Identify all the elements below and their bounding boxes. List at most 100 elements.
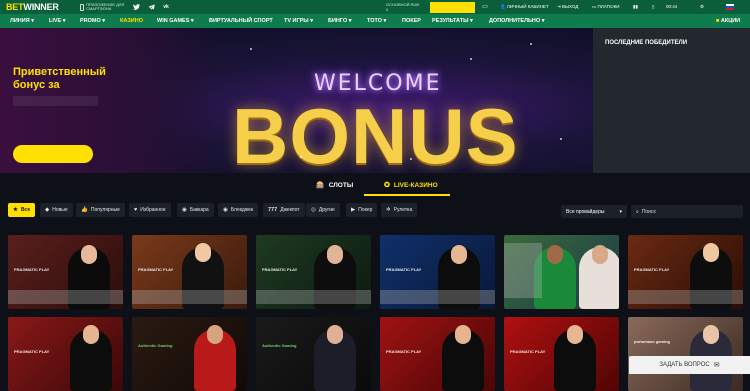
game-provider-label: portomaso gaming bbox=[634, 339, 671, 344]
balance-value: 0 bbox=[386, 7, 389, 12]
filter-other-label: Другие bbox=[318, 207, 335, 213]
nav-item-bingo[interactable]: БИНГО ▾ bbox=[328, 18, 352, 24]
game-card[interactable] bbox=[504, 235, 619, 309]
nav-item-virtual-sport[interactable]: ВИРТУАЛЬНЫЙ СПОРТ bbox=[209, 18, 273, 24]
bonus-title: Приветственный бонус за bbox=[13, 66, 106, 92]
filter-jackpot[interactable]: 777 Джекпот bbox=[263, 203, 305, 217]
filter-roulette[interactable]: ✲ Рулетка bbox=[381, 203, 418, 217]
filter-popular[interactable]: 👍 Популярные bbox=[76, 203, 125, 217]
game-title-redacted bbox=[504, 243, 542, 298]
logo-bet: BET bbox=[6, 2, 24, 12]
filter-new[interactable]: ◆ Новые bbox=[40, 203, 73, 217]
nav-item-tv-games[interactable]: TV ИГРЫ ▾ bbox=[284, 18, 313, 24]
main-nav: ЛИНИЯ ▾ LIVE ▾ PROMO ▾ КАЗИНО WIN GAMES … bbox=[0, 14, 750, 28]
provider-select[interactable]: Все провайдеры ▾ bbox=[561, 205, 627, 218]
nav-item-results[interactable]: РЕЗУЛЬТАТЫ ▾ bbox=[432, 18, 473, 24]
nav-item-more[interactable]: ДОПОЛНИТЕЛЬНО ▾ bbox=[489, 18, 544, 24]
gift-icon: ■ bbox=[716, 18, 720, 24]
filter-favorites[interactable]: ♥ Избранное bbox=[129, 203, 171, 217]
nav-item-line[interactable]: ЛИНИЯ ▾ bbox=[10, 18, 34, 24]
user-icon: 👤 bbox=[500, 4, 506, 9]
filter-blackjack[interactable]: ◉ Блекджек bbox=[218, 203, 259, 217]
dealer-face bbox=[703, 325, 719, 344]
sparkle bbox=[470, 58, 472, 60]
time: 00:44 bbox=[666, 4, 678, 9]
filter-all[interactable]: ★ Все bbox=[8, 203, 36, 217]
app-download-label: ПРИЛОЖЕНИЕ ДЛЯ СМАРТФОНА bbox=[86, 1, 125, 11]
game-card[interactable]: PRAGMATIC PLAY bbox=[504, 317, 619, 391]
game-card[interactable]: PRAGMATIC PLAY bbox=[8, 235, 123, 309]
deposit-button[interactable] bbox=[430, 2, 475, 13]
get-bonus-button[interactable] bbox=[13, 145, 93, 163]
sparkle bbox=[300, 156, 302, 158]
nav-item-tv-games-label: TV ИГРЫ bbox=[284, 18, 309, 24]
stats-icon[interactable]: ▮▮ bbox=[633, 4, 638, 10]
filter-baccarat[interactable]: ◉ Баккара bbox=[177, 203, 214, 217]
nav-item-live[interactable]: LIVE ▾ bbox=[49, 18, 66, 24]
nav-item-toto[interactable]: ТОТО ▾ bbox=[367, 18, 386, 24]
game-card[interactable]: Authentic Gaming bbox=[132, 317, 247, 391]
roulette-icon: ✲ bbox=[386, 207, 391, 213]
nav-item-poker[interactable]: ПОКЕР bbox=[402, 18, 421, 24]
balance[interactable]: ОСНОВНОЙ RUB 0 bbox=[386, 2, 419, 12]
game-provider-label: PRAGMATIC PLAY bbox=[634, 267, 670, 272]
game-card[interactable]: PRAGMATIC PLAY bbox=[380, 317, 495, 391]
search-input[interactable] bbox=[641, 208, 732, 215]
telegram-icon[interactable] bbox=[147, 3, 155, 11]
sparkle bbox=[530, 43, 532, 45]
nav-item-promo[interactable]: PROMO ▾ bbox=[80, 18, 105, 24]
game-card[interactable]: PRAGMATIC PLAY bbox=[132, 235, 247, 309]
bonus-amount-redacted bbox=[13, 96, 98, 106]
personal-account-link[interactable]: 👤 ЛИЧНЫЙ КАБИНЕТ bbox=[500, 4, 549, 10]
app-download-link[interactable]: ПРИЛОЖЕНИЕ ДЛЯ СМАРТФОНА bbox=[80, 1, 132, 12]
filter-baccarat-label: Баккара bbox=[189, 207, 209, 213]
bonus-title-line2: бонус за bbox=[13, 79, 60, 91]
nav-item-virtual-sport-label: ВИРТУАЛЬНЫЙ СПОРТ bbox=[209, 18, 273, 24]
filter-poker-label: Покер bbox=[358, 207, 373, 213]
search-box: ⌕ bbox=[631, 205, 743, 218]
settings-icon[interactable]: ⚙ bbox=[700, 4, 704, 10]
poker-icon: ▶ bbox=[351, 207, 356, 213]
filter-poker[interactable]: ▶ Покер bbox=[346, 203, 378, 217]
game-card[interactable]: PRAGMATIC PLAY bbox=[380, 235, 495, 309]
dealer-face bbox=[567, 325, 583, 344]
active-tab-indicator bbox=[364, 194, 450, 196]
game-provider-label: PRAGMATIC PLAY bbox=[386, 349, 422, 354]
tab-live-casino[interactable]: ✪ LIVE-КАЗИНО bbox=[384, 181, 438, 190]
filter-other[interactable]: ◎ Другие bbox=[306, 203, 340, 217]
payments-link[interactable]: ▭ ПЛАТЕЖИ bbox=[592, 4, 620, 10]
game-card[interactable]: portomaso gaming bbox=[628, 317, 743, 391]
game-title-redacted bbox=[380, 290, 495, 304]
provider-select-value: Все провайдеры bbox=[566, 208, 605, 215]
chevron-down-icon: ▾ bbox=[619, 208, 622, 215]
dealer-face bbox=[207, 325, 223, 344]
nav-item-win-games[interactable]: WIN GAMES ▾ bbox=[157, 18, 194, 24]
tab-slots[interactable]: 🎰 СЛОТЫ bbox=[316, 181, 353, 190]
logout-link[interactable]: ⇥ ВЫХОД bbox=[557, 4, 578, 10]
nav-item-casino[interactable]: КАЗИНО bbox=[120, 18, 143, 24]
language-flag-icon[interactable] bbox=[726, 4, 734, 10]
promo-banner[interactable]: Приветственный бонус за WELCOME BONUS bbox=[0, 28, 593, 173]
mobile-icon[interactable]: ▯ bbox=[652, 4, 654, 10]
nav-item-promotions[interactable]: ■ АКЦИИ bbox=[716, 18, 740, 24]
ask-question-label: ЗАДАТЬ ВОПРОС bbox=[659, 362, 710, 368]
last-winners-panel: ПОСЛЕДНИЕ ПОБЕДИТЕЛИ bbox=[593, 28, 750, 173]
vk-icon[interactable]: vk bbox=[162, 3, 170, 11]
wallet-icon[interactable]: ▭ bbox=[481, 3, 489, 10]
nav-item-live-label: LIVE bbox=[49, 18, 62, 24]
game-provider-label: PRAGMATIC PLAY bbox=[14, 267, 50, 272]
nav-item-poker-label: ПОКЕР bbox=[402, 18, 421, 24]
slot-machine-icon: 🎰 bbox=[316, 182, 325, 189]
game-card[interactable]: PRAGMATIC PLAY bbox=[8, 317, 123, 391]
bonus-text: BONUS bbox=[232, 92, 519, 173]
game-card[interactable]: PRAGMATIC PLAY bbox=[628, 235, 743, 309]
logo[interactable]: BETWINNER bbox=[0, 2, 80, 12]
game-card[interactable]: PRAGMATIC PLAY bbox=[256, 235, 371, 309]
twitter-icon[interactable] bbox=[132, 3, 140, 11]
game-title-redacted bbox=[132, 290, 247, 304]
game-card[interactable]: Authentic Gaming bbox=[256, 317, 371, 391]
heart-icon: ♥ bbox=[134, 207, 138, 213]
nav-item-promotions-label: АКЦИИ bbox=[720, 18, 741, 24]
ask-question-button[interactable]: ЗАДАТЬ ВОПРОС ✉ bbox=[629, 356, 750, 374]
payments-label: ПЛАТЕЖИ bbox=[597, 4, 620, 9]
